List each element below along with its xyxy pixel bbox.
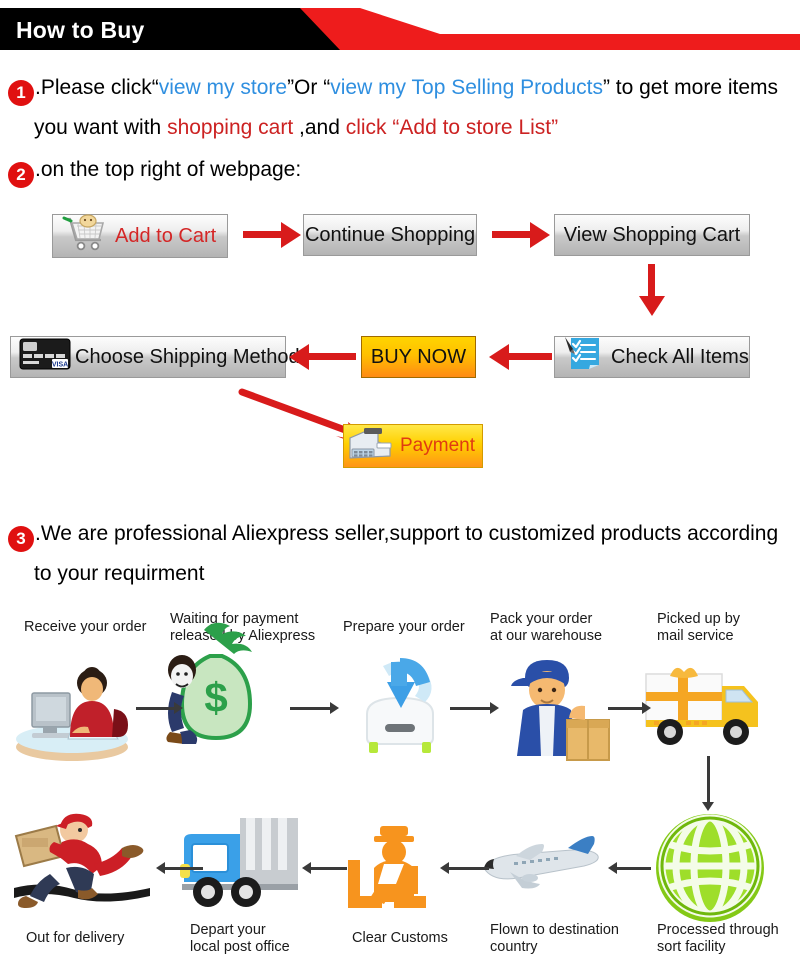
arrow-checkall-to-buynow-head — [489, 344, 509, 370]
checklist-pen-icon — [563, 335, 607, 379]
shopping-cart-icon — [61, 214, 109, 258]
flow-arrow-1-shaft — [136, 707, 176, 710]
step-2-label: .on the top right of webpage: — [35, 158, 302, 181]
pf-label-receive-your-order: Receive your order — [24, 619, 147, 635]
step-3-text: 3 .We are professional Aliexpress seller,… — [8, 514, 778, 594]
link-view-top-selling-products[interactable]: view my Top Selling Products — [330, 76, 603, 99]
continue-shopping-label: Continue Shopping — [304, 224, 476, 246]
arrow-checkall-to-buynow-shaft — [508, 353, 552, 360]
cash-register-icon — [344, 424, 396, 468]
arrow-viewcart-to-checkall-shaft — [648, 264, 655, 298]
flow-arrow-3-head — [490, 702, 499, 714]
buy-now-button[interactable]: BUY NOW — [361, 336, 476, 378]
step-1-text: 1 .Please click“view my store”Or “view my… — [8, 68, 778, 148]
blue-post-truck-icon — [180, 818, 298, 907]
step-1-text-a: .Please click“ — [35, 76, 159, 99]
payment-button[interactable]: Payment — [343, 424, 483, 468]
step-1-line-2: you want with shopping cart ,and click “… — [34, 108, 778, 148]
arrow-add-to-continue-head — [281, 222, 301, 248]
emphasis-shopping-cart: shopping cart — [167, 116, 294, 139]
pf-label-depart-local-post-office: Depart your local post office — [190, 922, 290, 955]
flow-arrow-3-shaft — [450, 707, 492, 710]
flow-arrow-1-head — [174, 702, 183, 714]
link-view-my-store[interactable]: view my store — [159, 76, 287, 99]
check-all-items-label: Check All Items — [611, 346, 749, 368]
delivery-truck-gift-icon — [645, 667, 758, 745]
page-title: How to Buy — [16, 17, 145, 43]
flow-arrow-9-shaft — [165, 867, 203, 870]
payment-label: Payment — [400, 435, 475, 456]
credit-card-icon: VISA — [19, 337, 71, 377]
arrow-continue-to-viewcart-head — [530, 222, 550, 248]
step-2-number-badge: 2 — [8, 162, 34, 188]
check-all-items-button[interactable]: Check All Items — [554, 336, 750, 378]
pf-label-processed-through-sort-facility: Processed through sort facility — [657, 922, 779, 955]
person-at-computer-icon — [16, 667, 128, 761]
buy-now-label: BUY NOW — [370, 345, 467, 368]
add-to-cart-button[interactable]: Add to Cart — [52, 214, 228, 258]
choose-shipping-method-label: Choose Shipping Method — [75, 346, 300, 368]
flow-arrow-7-head — [440, 862, 449, 874]
arrow-continue-to-viewcart-shaft — [492, 231, 532, 238]
step-3-line1: .We are professional Aliexpress seller,s… — [35, 522, 779, 545]
flow-arrow-2-head — [330, 702, 339, 714]
airplane-icon — [483, 836, 599, 889]
flow-arrow-9-head — [156, 862, 165, 874]
flow-arrow-8-shaft — [311, 867, 347, 870]
add-to-cart-label: Add to Cart — [115, 225, 217, 247]
arrow-viewcart-to-checkall-head — [639, 296, 665, 316]
step-1-line2-a: you want with — [34, 116, 168, 139]
pf-label-flown-to-destination: Flown to destination country — [490, 922, 619, 955]
flow-arrow-8-head — [302, 862, 311, 874]
pf-label-out-for-delivery: Out for delivery — [26, 930, 125, 946]
flow-arrow-2-shaft — [290, 707, 332, 710]
step-1-text-b: ”Or “ — [287, 76, 331, 99]
customs-officer-icon — [348, 826, 426, 908]
flow-arrow-7-shaft — [449, 867, 489, 870]
pf-label-pack-your-order: Pack your order at our warehouse — [490, 611, 603, 644]
step-3-line2: to your requirment — [34, 562, 205, 585]
page-header-banner: How to Buy — [0, 8, 800, 50]
green-globe-icon — [656, 814, 764, 922]
flow-arrow-4-head — [642, 702, 651, 714]
flow-arrow-5-head — [702, 802, 714, 811]
step-1-line2-b: ,and — [293, 116, 346, 139]
arrow-add-to-continue-shaft — [243, 231, 283, 238]
arrow-buynow-to-shipping-shaft — [308, 353, 356, 360]
view-shopping-cart-button[interactable]: View Shopping Cart — [554, 214, 750, 256]
step-1-text-c: ” to get more items — [602, 76, 779, 99]
pf-label-prepare-your-order: Prepare your order — [343, 619, 465, 635]
flow-arrow-5-shaft — [707, 756, 710, 804]
continue-shopping-button[interactable]: Continue Shopping — [303, 214, 477, 256]
step-3-number-badge: 3 — [8, 526, 34, 552]
svg-text:VISA: VISA — [52, 362, 68, 369]
step-2-text: 2 .on the top right of webpage: — [8, 150, 301, 190]
arrow-buynow-to-shipping-head — [289, 344, 309, 370]
flow-arrow-6-shaft — [617, 867, 651, 870]
download-box-icon — [366, 658, 434, 753]
pf-label-clear-customs: Clear Customs — [352, 930, 448, 946]
emphasis-add-to-store-list: click “Add to store List” — [345, 116, 559, 139]
flow-arrow-6-head — [608, 862, 617, 874]
choose-shipping-method-button[interactable]: VISA Choose Shipping Method — [10, 336, 300, 378]
step-1-number-badge: 1 — [8, 80, 34, 106]
svg-text:$: $ — [204, 674, 227, 721]
pf-label-picked-up-by-mail-service: Picked up by mail service — [657, 611, 741, 644]
worker-packing-icon — [511, 660, 610, 761]
flow-arrow-4-shaft — [608, 707, 644, 710]
running-courier-icon — [14, 813, 150, 908]
view-shopping-cart-label: View Shopping Cart — [563, 224, 741, 246]
money-bag-icon: $ — [166, 622, 253, 744]
